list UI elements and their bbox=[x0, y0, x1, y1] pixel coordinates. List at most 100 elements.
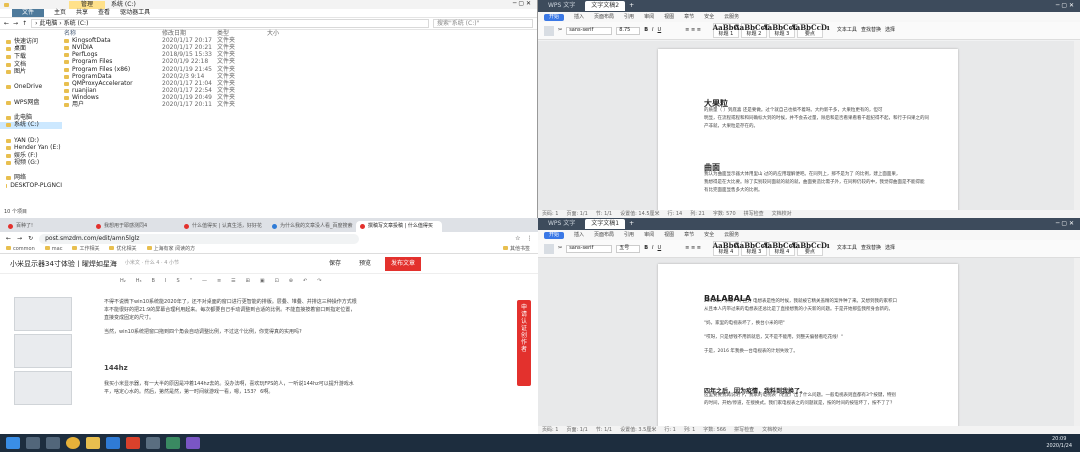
browser-tab[interactable]: 撰稿写文章投稿 | 什么值得买 bbox=[356, 221, 442, 232]
bookmark-item[interactable]: 工作相关 bbox=[72, 245, 99, 253]
save-button[interactable]: 保存 bbox=[329, 260, 341, 268]
file-row[interactable]: 用户 2020/1/17 20:11 文件夹 bbox=[64, 101, 534, 109]
search-input[interactable]: 搜索"系统 (C:)" bbox=[433, 19, 533, 28]
menu-item[interactable]: 云服务 bbox=[724, 14, 739, 21]
browser-tab[interactable]: 什么值得买 | 认真生活，好好花 bbox=[180, 221, 266, 232]
clock[interactable]: 20:09 2020/1/24 bbox=[1046, 436, 1072, 450]
chrome-icon[interactable] bbox=[66, 437, 80, 449]
column-size[interactable]: 大小 bbox=[267, 30, 307, 38]
font-family-select[interactable]: sans-serif bbox=[566, 26, 613, 35]
italic-icon[interactable]: I bbox=[652, 245, 653, 252]
nav-item[interactable]: 图片 bbox=[0, 68, 62, 76]
bookmark-item[interactable]: mac bbox=[44, 245, 62, 253]
ribbon-context-tab[interactable]: 管理 bbox=[69, 0, 106, 9]
up-arrow-icon[interactable]: ↑ bbox=[22, 20, 27, 28]
image-thumbnail[interactable] bbox=[14, 371, 72, 405]
nav-item[interactable]: DESKTOP-PLGNCI bbox=[0, 182, 62, 190]
new-tab-icon[interactable]: + bbox=[629, 2, 634, 10]
status-item[interactable]: 拼写检查 bbox=[734, 427, 754, 434]
edge-icon[interactable] bbox=[106, 437, 120, 449]
window-controls[interactable]: ─ ▢ ✕ bbox=[1056, 2, 1074, 10]
menu-item[interactable]: 插入 bbox=[574, 14, 584, 21]
ribbon-tab-home[interactable]: 主页 bbox=[54, 9, 66, 17]
toolbar-button[interactable]: S bbox=[176, 278, 179, 285]
menu-item[interactable]: 开始 bbox=[544, 13, 565, 21]
paste-icon[interactable] bbox=[544, 25, 554, 36]
menu-item[interactable]: 安全 bbox=[704, 232, 714, 239]
menu-item[interactable]: 视图 bbox=[664, 232, 674, 239]
status-item[interactable]: 文档校对 bbox=[772, 211, 792, 218]
forward-arrow-icon[interactable]: → bbox=[17, 235, 22, 243]
menu-item[interactable]: 视图 bbox=[664, 14, 674, 21]
back-arrow-icon[interactable]: ← bbox=[6, 235, 11, 243]
window-controls[interactable]: ─ ▢ ✕ bbox=[513, 0, 531, 8]
select-button[interactable]: 选择 bbox=[885, 245, 895, 252]
article-body[interactable]: 不得不说微下win10系统能2020年了，还不对桌面的窗口进行更智能的排版。层叠… bbox=[104, 298, 404, 396]
menu-item[interactable]: 安全 bbox=[704, 14, 714, 21]
task-view-icon[interactable] bbox=[46, 437, 60, 449]
nav-item[interactable]: OneDrive bbox=[0, 83, 62, 92]
vertical-scrollbar[interactable] bbox=[1074, 258, 1080, 426]
store-icon[interactable] bbox=[146, 437, 160, 449]
underline-icon[interactable]: U bbox=[658, 27, 662, 34]
nav-item[interactable]: 文档 bbox=[0, 61, 62, 69]
apply-creator-badge[interactable]: 申请认证创作者 bbox=[517, 300, 531, 386]
text-tools-button[interactable]: 文本工具 bbox=[837, 245, 857, 252]
ribbon-tab-share[interactable]: 共享 bbox=[76, 9, 88, 17]
search-icon[interactable] bbox=[26, 437, 40, 449]
image-thumbnail[interactable] bbox=[14, 334, 72, 368]
align-icon[interactable]: ≡ ≡ ≡ bbox=[685, 27, 701, 34]
toolbar-button[interactable]: ⊕ bbox=[289, 278, 293, 285]
nav-item[interactable] bbox=[0, 167, 62, 175]
status-item[interactable]: 文档校对 bbox=[762, 427, 782, 434]
publish-button[interactable]: 发布文章 bbox=[385, 256, 422, 271]
image-thumbnail[interactable] bbox=[14, 297, 72, 331]
app-icon[interactable] bbox=[186, 437, 200, 449]
toolbar-button[interactable]: ↶ bbox=[303, 278, 307, 285]
bold-icon[interactable]: B bbox=[644, 245, 648, 252]
bookmark-item[interactable]: 其他书签 bbox=[502, 245, 530, 253]
ribbon-tab-file[interactable]: 文件 bbox=[12, 9, 45, 17]
nav-item[interactable]: 快速访问 bbox=[0, 38, 62, 46]
wps-icon[interactable] bbox=[126, 437, 140, 449]
cut-icon[interactable]: ✂ bbox=[558, 245, 562, 252]
toolbar-button[interactable]: " bbox=[190, 278, 192, 285]
toolbar-button[interactable]: H₂ bbox=[120, 278, 126, 285]
windows-start-icon[interactable] bbox=[6, 437, 20, 449]
menu-item[interactable]: 审阅 bbox=[644, 232, 654, 239]
bookmark-item[interactable]: 上海有家 阅读的方 bbox=[146, 245, 195, 253]
nav-item[interactable]: 视频 (G:) bbox=[0, 159, 62, 168]
menu-icon[interactable]: ⋮ bbox=[526, 235, 532, 243]
nav-item[interactable]: 下载 bbox=[0, 53, 62, 61]
menu-item[interactable]: 审阅 bbox=[644, 14, 654, 21]
menu-item[interactable]: 引用 bbox=[624, 14, 634, 21]
toolbar-button[interactable]: — bbox=[202, 278, 207, 285]
browser-tab[interactable]: 百种了! bbox=[4, 221, 90, 232]
url-bar[interactable]: post.smzdm.com/edit/amn5lglz bbox=[39, 233, 360, 244]
reload-icon[interactable]: ↻ bbox=[28, 235, 33, 243]
document-tab[interactable]: 文字文稿2 bbox=[585, 1, 626, 11]
address-bar[interactable]: › 此电脑 › 系统 (C:) bbox=[31, 19, 429, 28]
wps-home-tab[interactable]: WPS 文字 bbox=[542, 1, 581, 11]
find-replace-button[interactable]: 查找替换 bbox=[861, 245, 881, 252]
font-family-select[interactable]: sans-serif bbox=[566, 244, 613, 253]
menu-item[interactable]: 云服务 bbox=[724, 232, 739, 239]
toolbar-button[interactable]: ▣ bbox=[260, 278, 265, 285]
file-explorer-icon[interactable] bbox=[86, 437, 100, 449]
bookmark-item[interactable]: 优化相关 bbox=[109, 245, 137, 253]
menu-item[interactable]: 章节 bbox=[684, 232, 694, 239]
ribbon-tab-drive-tools[interactable]: 驱动器工具 bbox=[120, 9, 150, 17]
select-button[interactable]: 选择 bbox=[885, 27, 895, 34]
menu-item[interactable]: 开始 bbox=[544, 231, 565, 239]
vertical-scrollbar[interactable] bbox=[1074, 41, 1080, 210]
nav-item[interactable]: 桌面 bbox=[0, 45, 62, 54]
bold-icon[interactable]: B bbox=[644, 27, 648, 34]
menu-item[interactable]: 插入 bbox=[574, 232, 584, 239]
menu-item[interactable]: 章节 bbox=[684, 14, 694, 21]
paste-icon[interactable] bbox=[544, 243, 554, 254]
app-icon[interactable] bbox=[166, 437, 180, 449]
font-size-select[interactable]: 五号 bbox=[616, 244, 641, 253]
ribbon-tab-view[interactable]: 查看 bbox=[98, 9, 110, 17]
window-controls[interactable]: ─ ▢ ✕ bbox=[1056, 220, 1074, 228]
find-replace-button[interactable]: 查找替换 bbox=[861, 27, 881, 34]
